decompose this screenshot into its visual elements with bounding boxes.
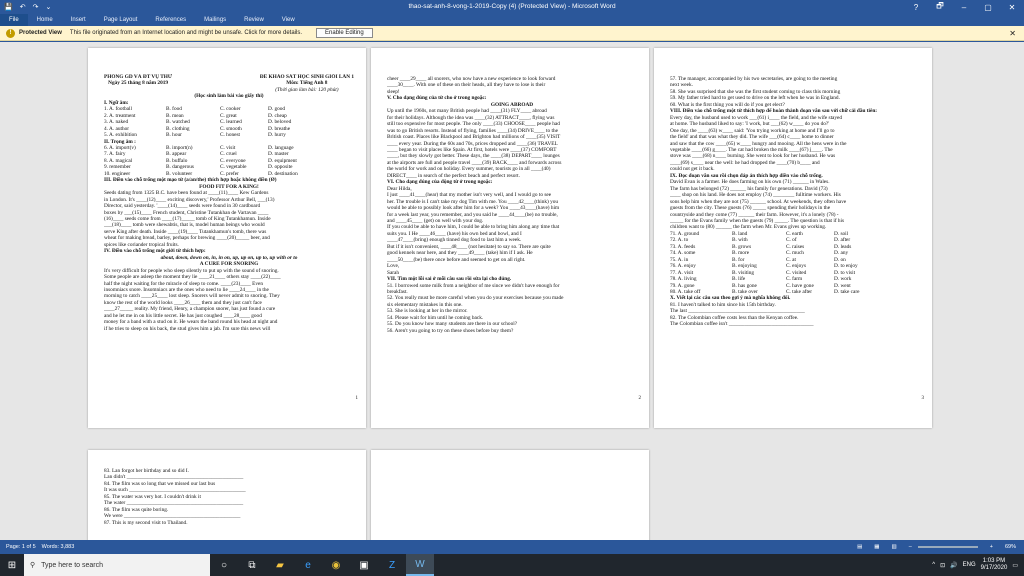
status-bar: Page: 1 of 5 Words: 3,883 ▤ ▦ ▥ – + 69% <box>0 540 1024 554</box>
word-count[interactable]: Words: 3,883 <box>42 544 75 550</box>
passage: Seeds dating from 1325 B.C. have been fo… <box>104 190 354 248</box>
taskbar: ⊞ ⚲ Type here to search ○ ⧉ ▰ e ◉ ▣ Z W … <box>0 554 1024 576</box>
zalo-icon[interactable]: Z <box>378 554 406 576</box>
passage: 81. I haven't talked to him since his 15… <box>670 302 920 328</box>
options-block: 71. A. ground B. land C. earth D. soil 72. A… <box>670 231 920 296</box>
protected-view-bar: ! Protected View This file originated fr… <box>0 26 1024 41</box>
option-cell: 5. A. exhibition <box>104 132 137 139</box>
notification-icon[interactable]: ▭ <box>1012 562 1018 569</box>
protected-view-label: Protected View <box>19 30 62 36</box>
passage: 83. Lan forgot her birthday and so did I… <box>104 468 354 526</box>
tab-mailings[interactable]: Mailings <box>195 14 235 26</box>
edge-icon[interactable]: e <box>294 554 322 576</box>
word-app-icon[interactable]: W <box>406 554 434 576</box>
options-block: 6. A. import(v) B. import(n) C. visit D. la… <box>104 145 354 177</box>
option-cell: D. hurry <box>268 132 286 139</box>
minimize-button[interactable]: – <box>952 0 976 14</box>
passage: Up until the 1960s, not many British peo… <box>387 108 637 179</box>
file-explorer-icon[interactable]: ▰ <box>266 554 294 576</box>
tab-view[interactable]: View <box>273 14 304 26</box>
exam-duration: (Thời gian làm bài: 120 phút) <box>275 86 339 93</box>
close-icon[interactable]: ✕ <box>1009 29 1016 38</box>
zoom-level[interactable]: 69% <box>1005 544 1016 550</box>
passage: David Evan is a farmer. He does farming … <box>670 179 920 231</box>
document-page-4: 83. Lan forgot her birthday and so did I… <box>88 450 366 540</box>
tab-references[interactable]: References <box>146 14 195 26</box>
passage: 57. The manager, accompanied by his two … <box>670 76 920 108</box>
option-cell: B. hour <box>166 132 182 139</box>
ribbon-display-icon[interactable]: 🗗 <box>928 0 952 14</box>
passage: It's very difficult for people who sleep… <box>104 268 354 333</box>
network-icon[interactable]: ⊡ <box>940 562 945 569</box>
passage: Dear Hilda, I just ____41____(hear) that … <box>387 186 637 276</box>
zoom-slider[interactable] <box>917 546 978 548</box>
task-view-icon[interactable]: ⧉ <box>238 554 266 576</box>
document-page-3: 57. The manager, accompanied by his two … <box>654 48 932 428</box>
chrome-icon[interactable]: ◉ <box>322 554 350 576</box>
passage: Every day, the husband used to work ___(… <box>670 115 920 173</box>
page-number: 1 <box>355 395 359 401</box>
text-line: 87. This is my second visit to Thailand. <box>104 519 188 526</box>
maximize-button[interactable]: ▢ <box>976 0 1000 14</box>
options-block: 1. A. football B. food C. cooker D. good 2. … <box>104 106 354 138</box>
page-number: 2 <box>638 395 642 401</box>
option-cell: C. honest <box>220 132 241 139</box>
zoom-out-icon[interactable]: – <box>909 544 912 550</box>
clock[interactable]: 1:03 PM 9/17/2020 <box>981 558 1008 572</box>
close-button[interactable]: ✕ <box>1000 0 1024 14</box>
input-language[interactable]: ENG <box>963 562 976 568</box>
passage: 51. I borrowed some milk from a neighbor… <box>387 283 637 335</box>
text-line: if he tries to sleep on his back, the st… <box>104 325 271 332</box>
tab-insert[interactable]: Insert <box>62 14 95 26</box>
print-layout-icon[interactable]: ▦ <box>874 544 879 550</box>
taskbar-search-input[interactable]: ⚲ Type here to search <box>24 554 210 576</box>
windows-start-icon[interactable]: ⊞ <box>0 554 24 576</box>
read-mode-icon[interactable]: ▤ <box>857 544 862 550</box>
window-title: thao-sat-anh-8-vong-1-2019-Copy (4) (Pro… <box>408 3 616 10</box>
tab-page-layout[interactable]: Page Layout <box>95 14 147 26</box>
ribbon-tabs: File Home Insert Page Layout References … <box>0 14 1024 26</box>
page-count[interactable]: Page: 1 of 5 <box>6 544 36 550</box>
title-bar: 💾 ↶ ↷ ⌄ thao-sat-anh-8-vong-1-2019-Copy … <box>0 0 1024 14</box>
zoom-in-icon[interactable]: + <box>990 544 993 550</box>
passage: cheer ____29____ all snorers, who now ha… <box>387 76 637 95</box>
document-workspace[interactable]: PHÒNG GD VÀ ĐT VỤ THƯ Ngày 25 tháng 8 nă… <box>0 42 1024 540</box>
document-page-2: cheer ____29____ all snorers, who now ha… <box>371 48 649 428</box>
option-cell: C. take after <box>786 288 813 295</box>
text-line: 56. Aren't you going to try on these sho… <box>387 327 514 334</box>
option-cell: D. take care <box>834 288 860 295</box>
web-layout-icon[interactable]: ▥ <box>892 544 897 550</box>
shield-icon: ! <box>6 28 15 38</box>
text-line: The Colombian coffee isn't _____________… <box>670 321 814 328</box>
store-icon[interactable]: ▣ <box>350 554 378 576</box>
tab-file[interactable]: File <box>0 14 28 26</box>
tab-home[interactable]: Home <box>28 14 62 26</box>
tab-review[interactable]: Review <box>235 14 273 26</box>
volume-icon[interactable]: 🔊 <box>950 562 957 569</box>
page-number: 3 <box>921 395 925 401</box>
search-icon: ⚲ <box>30 562 36 569</box>
enable-editing-button[interactable]: Enable Editing <box>316 28 373 38</box>
document-page-5 <box>371 450 649 540</box>
system-tray: ^ ⊡ 🔊 ENG 1:03 PM 9/17/2020 ▭ <box>932 558 1024 572</box>
exam-date: Ngày 25 tháng 8 năm 2019 <box>108 80 169 87</box>
chevron-up-icon[interactable]: ^ <box>932 562 935 568</box>
protected-view-message[interactable]: This file originated from an Internet lo… <box>70 30 302 36</box>
document-page-1: PHÒNG GD VÀ ĐT VỤ THƯ Ngày 25 tháng 8 nă… <box>88 48 366 428</box>
help-icon[interactable]: ? <box>904 0 928 14</box>
cortana-icon[interactable]: ○ <box>210 554 238 576</box>
